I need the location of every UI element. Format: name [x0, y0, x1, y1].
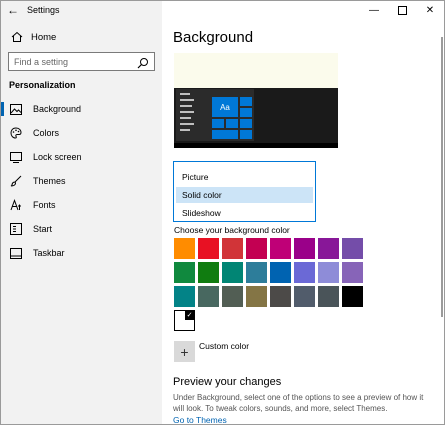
color-swatch[interactable]: ✓	[174, 310, 195, 331]
home-icon	[9, 31, 25, 43]
scrollbar[interactable]	[439, 19, 444, 424]
brush-icon	[9, 174, 23, 188]
color-swatch[interactable]	[174, 286, 195, 307]
section-title: Personalization	[9, 80, 76, 90]
scrollbar-thumb[interactable]	[441, 37, 443, 317]
search-input[interactable]	[9, 56, 134, 67]
color-swatch[interactable]	[174, 262, 195, 283]
color-swatch[interactable]	[342, 262, 363, 283]
sidebar-item-label: Start	[33, 224, 53, 234]
sidebar-item-label: Background	[33, 104, 82, 114]
settings-window: ← Settings Home Personalization Backgrou…	[0, 0, 445, 425]
home-label: Home	[31, 31, 57, 43]
preview-tile-label: Aa	[220, 102, 230, 112]
go-to-themes-link[interactable]: Go to Themes	[173, 415, 227, 424]
main-content: — ✕ Background Aa Picture Solid color Sl…	[162, 1, 444, 424]
dropdown-option-picture[interactable]: Picture	[176, 169, 313, 185]
choose-color-label: Choose your background color	[174, 225, 290, 235]
minimize-icon[interactable]: —	[360, 1, 388, 19]
color-swatch[interactable]	[270, 286, 291, 307]
sidebar-item-themes[interactable]: Themes	[1, 169, 162, 193]
color-swatch[interactable]	[198, 286, 219, 307]
plus-icon: +	[174, 341, 195, 362]
search-box	[8, 52, 155, 71]
preview-heading: Preview your changes	[173, 376, 282, 388]
sidebar-item-label: Lock screen	[33, 152, 82, 162]
color-swatch[interactable]	[198, 238, 219, 259]
close-icon[interactable]: ✕	[416, 1, 444, 19]
sidebar-item-taskbar[interactable]: Taskbar	[1, 241, 162, 265]
color-swatch[interactable]	[342, 238, 363, 259]
image-icon	[9, 102, 23, 116]
color-swatch[interactable]	[318, 262, 339, 283]
back-arrow-icon[interactable]: ←	[1, 1, 25, 19]
color-swatch[interactable]	[342, 286, 363, 307]
dropdown-option-slideshow[interactable]: Slideshow	[176, 205, 313, 221]
color-swatch[interactable]	[246, 286, 267, 307]
font-icon	[9, 198, 23, 212]
dropdown-option-solid-color[interactable]: Solid color	[176, 187, 313, 203]
taskbar-icon	[9, 246, 23, 260]
sidebar-item-fonts[interactable]: Fonts	[1, 193, 162, 217]
sidebar-item-lock-screen[interactable]: Lock screen	[1, 145, 162, 169]
color-swatch[interactable]	[294, 238, 315, 259]
sidebar-item-label: Fonts	[33, 200, 56, 210]
color-swatch[interactable]	[198, 262, 219, 283]
title-bar: ← Settings	[1, 1, 162, 19]
background-preview: Aa	[174, 53, 338, 148]
color-swatch[interactable]	[246, 238, 267, 259]
start-icon	[9, 222, 23, 236]
custom-color-label: Custom color	[199, 340, 250, 351]
window-title: Settings	[27, 5, 60, 15]
dropdown-options: Picture Solid color Slideshow	[174, 167, 315, 221]
palette-icon	[9, 126, 23, 140]
color-swatch[interactable]	[270, 262, 291, 283]
sidebar-item-background[interactable]: Background	[1, 97, 162, 121]
color-swatch[interactable]	[222, 286, 243, 307]
color-swatch[interactable]	[294, 262, 315, 283]
color-swatch[interactable]	[246, 262, 267, 283]
color-swatch[interactable]	[222, 262, 243, 283]
search-icon[interactable]	[137, 56, 149, 69]
background-type-dropdown[interactable]: Picture Solid color Slideshow	[173, 161, 316, 222]
checkmark-icon: ✓	[185, 311, 194, 320]
preview-taskbar	[174, 143, 338, 148]
color-swatch[interactable]	[318, 238, 339, 259]
maximize-icon[interactable]	[388, 1, 416, 19]
sidebar-item-label: Themes	[33, 176, 66, 186]
custom-color-button[interactable]: + Custom color	[174, 341, 249, 362]
color-swatch[interactable]	[270, 238, 291, 259]
sidebar-item-label: Taskbar	[33, 248, 65, 258]
color-swatch[interactable]	[294, 286, 315, 307]
preview-description: Under Background, select one of the opti…	[173, 393, 424, 413]
sidebar-nav: Background Colors Lock screen Themes Fon…	[1, 97, 162, 265]
home-link[interactable]: Home	[9, 31, 56, 43]
sidebar-item-label: Colors	[33, 128, 60, 138]
lock-screen-icon	[9, 150, 23, 164]
window-controls: — ✕	[360, 1, 444, 19]
color-swatch[interactable]	[222, 238, 243, 259]
sidebar-item-start[interactable]: Start	[1, 217, 162, 241]
page-title: Background	[173, 29, 254, 46]
color-swatch[interactable]	[318, 286, 339, 307]
color-swatch[interactable]	[174, 238, 195, 259]
sidebar: ← Settings Home Personalization Backgrou…	[1, 1, 162, 424]
sidebar-item-colors[interactable]: Colors	[1, 121, 162, 145]
